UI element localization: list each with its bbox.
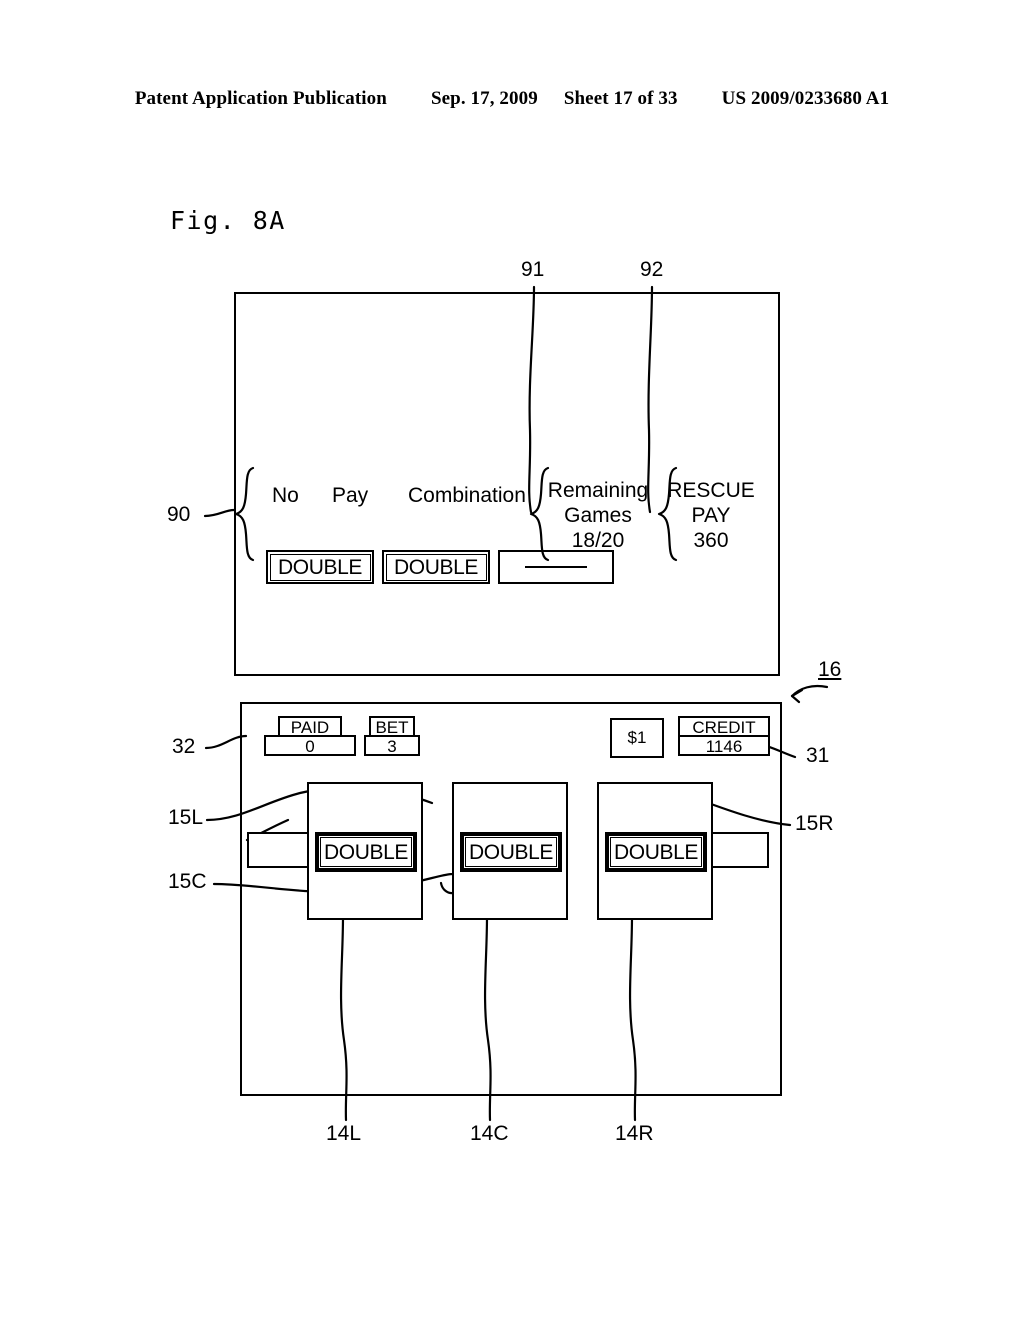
paid-meter-value: 0 [264,735,356,756]
reel-right-symbol-label: DOUBLE [610,837,702,867]
rescue-pay-label-line1: RESCUE [667,479,755,502]
reel-right: DOUBLE [597,782,713,920]
combination-dash-icon [525,566,587,568]
reel-center-symbol-label: DOUBLE [465,837,557,867]
publication-date: Sep. 17, 2009 [430,88,538,109]
ref-numeral-15C: 15C [168,870,207,893]
bet-meter-value: 3 [364,735,420,756]
credit-meter-value: 1146 [678,735,770,756]
remaining-games-label-line1: Remaining [547,479,649,502]
ref-numeral-92: 92 [640,258,664,281]
pay-symbol-box: DOUBLE [382,550,490,584]
credit-meter: CREDIT 1146 [678,716,770,756]
remaining-games-label-line2: Games [564,504,632,527]
ref-numeral-14R: 14R [615,1122,654,1145]
paid-meter: PAID 0 [264,716,356,756]
ref-numeral-15R: 15R [795,812,834,835]
patent-header: Patent Application Publication Sep. 17, … [0,88,1024,114]
document-number: US 2009/0233680 A1 [721,88,890,109]
ref-numeral-15L: 15L [168,806,204,829]
remaining-games-block: Remaining Games 18/20 [546,478,650,553]
paid-meter-label: PAID [278,716,342,737]
reel-left: DOUBLE [307,782,423,920]
credit-meter-label: CREDIT [678,716,770,737]
ref-numeral-14C: 14C [470,1122,509,1145]
ref-numeral-31: 31 [806,744,830,767]
ref-numeral-16: 16 [818,658,842,681]
no-symbol-box: DOUBLE [266,550,374,584]
denomination-box: $1 [610,718,664,758]
paytable-value-row: DOUBLE DOUBLE [236,550,782,584]
ref-numeral-90: 90 [167,503,191,526]
column-header-pay: Pay [332,484,369,507]
figure-label: Fig. 8A [170,206,286,235]
ref-numeral-91: 91 [521,258,545,281]
publication-title: Patent Application Publication [134,88,387,109]
rescue-pay-block: RESCUE PAY 360 [656,478,766,553]
reel-center-symbol-box: DOUBLE [460,832,562,872]
payline-stub-left [247,832,309,868]
no-symbol-label: DOUBLE [269,553,371,581]
rescue-pay-label-line2: PAY [691,504,731,527]
bet-meter-label: BET [369,716,415,737]
pay-symbol-label: DOUBLE [385,553,487,581]
combination-value-box [498,550,614,584]
column-header-no: No [272,484,299,507]
main-display-panel: PAID 0 BET 3 $1 CREDIT 1146 DOUBLE DOUBL… [240,702,782,1096]
sheet-number: Sheet 17 of 33 [563,88,678,109]
ref-numeral-14L: 14L [326,1122,362,1145]
bet-meter: BET 3 [364,716,420,756]
ref-numeral-32: 32 [172,735,196,758]
payline-stub-right [711,832,769,868]
reel-center: DOUBLE [452,782,568,920]
reel-left-symbol-box: DOUBLE [315,832,417,872]
column-header-combination: Combination [408,484,526,507]
reel-right-symbol-box: DOUBLE [605,832,707,872]
reel-left-symbol-label: DOUBLE [320,837,412,867]
upper-display-screen: No Pay Combination Remaining Games 18/20… [234,292,780,676]
